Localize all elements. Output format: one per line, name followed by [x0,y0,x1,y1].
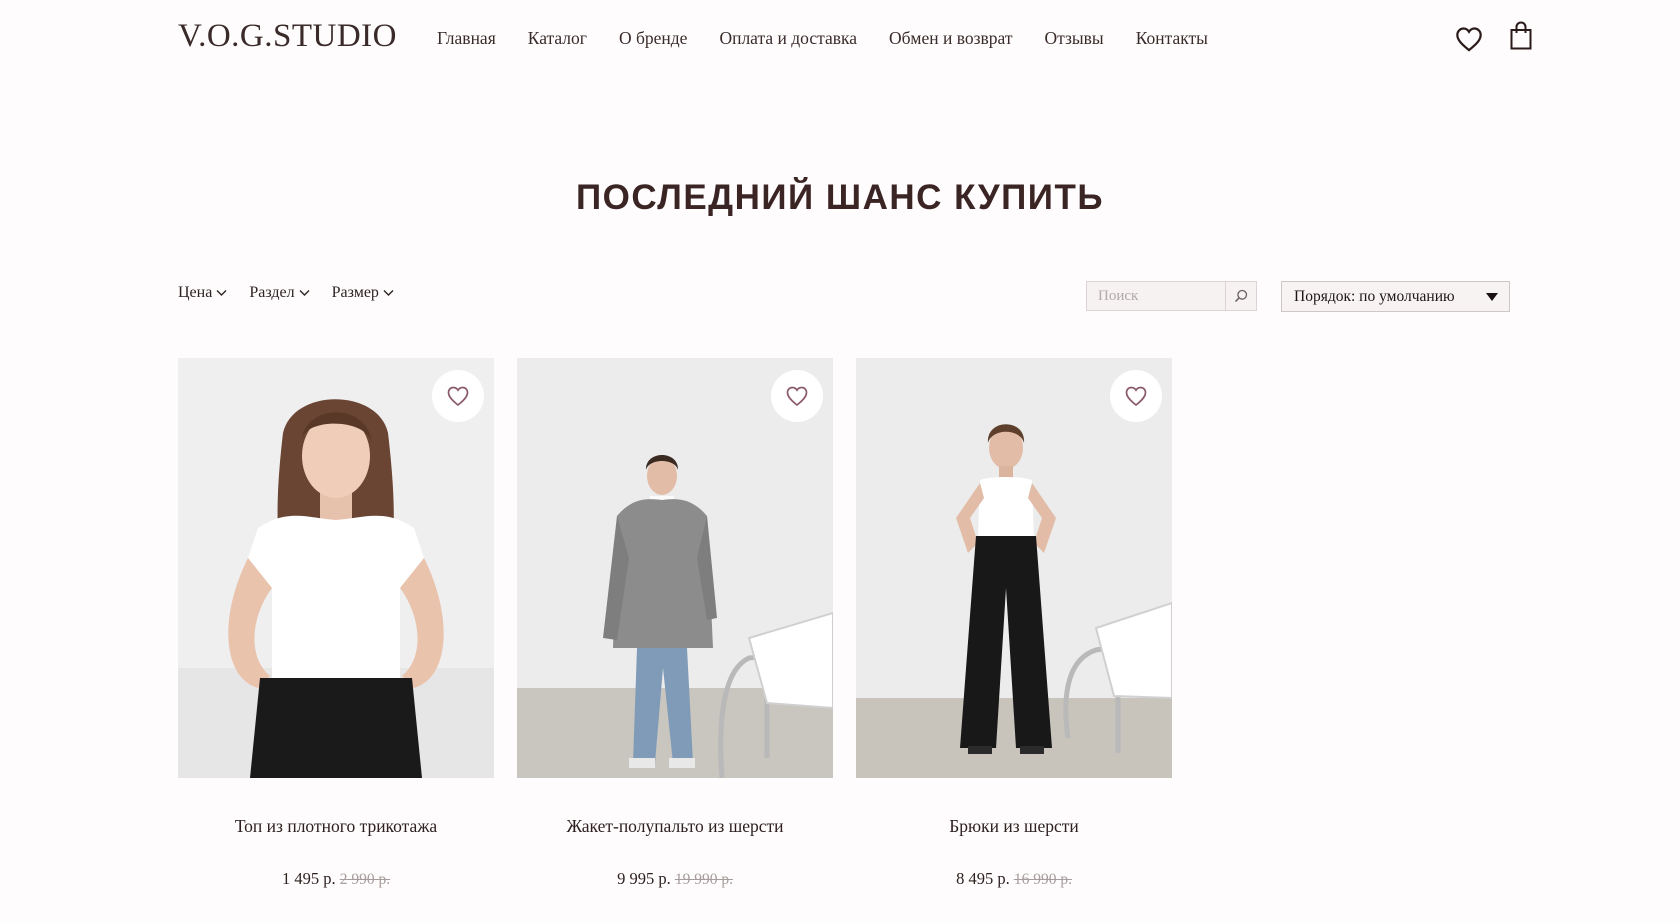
caret-down-icon [1486,293,1498,301]
filter-size-label: Размер [331,284,379,301]
search-input[interactable] [1087,282,1217,310]
old-price: 19 990 р. [674,871,733,888]
nav-item-catalog[interactable]: Каталог [528,28,587,49]
old-price: 16 990 р. [1013,871,1072,888]
filter-bar: Цена Раздел Размер [178,284,416,302]
heart-icon [786,386,808,407]
chevron-down-icon [383,290,394,296]
search-button[interactable] [1226,281,1257,311]
product-name[interactable]: Жакет-полупальто из шерсти [517,816,833,837]
product-image[interactable] [517,358,833,778]
filter-price[interactable]: Цена [178,284,227,302]
product-image[interactable] [178,358,494,778]
search-icon [1234,289,1248,303]
current-price: 9 995 р. [617,869,671,888]
sort-select-label: Порядок: по умолчанию [1294,287,1455,305]
nav-item-home[interactable]: Главная [437,28,496,49]
heart-icon [1125,386,1147,407]
nav-item-contacts[interactable]: Контакты [1136,28,1208,49]
chevron-down-icon [216,290,227,296]
filter-size[interactable]: Размер [332,284,394,302]
filter-price-label: Цена [178,284,213,301]
current-price: 8 495 р. [956,869,1010,888]
add-to-favorites-button[interactable] [432,370,484,422]
page-title: ПОСЛЕДНИЙ ШАНС КУПИТЬ [575,178,1104,217]
product-name[interactable]: Топ из плотного трикотажа [178,816,494,837]
current-price: 1 495 р. [281,869,336,888]
shopping-bag-icon[interactable] [1509,21,1533,56]
product-card[interactable]: Топ из плотного трикотажа 1 495 р. 2 990… [178,358,494,889]
add-to-favorites-button[interactable] [1110,370,1162,422]
nav-item-reviews[interactable]: Отзывы [1044,28,1103,49]
favorites-heart-icon[interactable] [1455,26,1483,57]
chevron-down-icon [299,290,310,296]
product-price: 9 995 р. 19 990 р. [517,869,833,889]
product-card[interactable]: Брюки из шерсти 8 495 р. 16 990 р. [856,358,1172,889]
product-card[interactable]: Жакет-полупальто из шерсти 9 995 р. 19 9… [517,358,833,889]
filter-section[interactable]: Раздел [249,284,310,302]
nav-item-exchange-return[interactable]: Обмен и возврат [889,28,1012,49]
site-logo[interactable]: V.O.G.STUDIO [178,18,397,55]
filter-section-label: Раздел [249,284,295,301]
add-to-favorites-button[interactable] [771,370,823,422]
product-price: 1 495 р. 2 990 р. [178,869,494,889]
main-nav: Главная Каталог О бренде Оплата и достав… [437,28,1240,49]
old-price: 2 990 р. [339,871,391,888]
heart-icon [447,386,469,407]
nav-item-payment-delivery[interactable]: Оплата и доставка [719,28,857,49]
search-box [1086,281,1226,311]
sort-select[interactable]: Порядок: по умолчанию [1281,281,1510,312]
product-price: 8 495 р. 16 990 р. [856,869,1172,889]
product-name[interactable]: Брюки из шерсти [856,816,1172,837]
product-image[interactable] [856,358,1172,778]
nav-item-about[interactable]: О бренде [619,28,687,49]
